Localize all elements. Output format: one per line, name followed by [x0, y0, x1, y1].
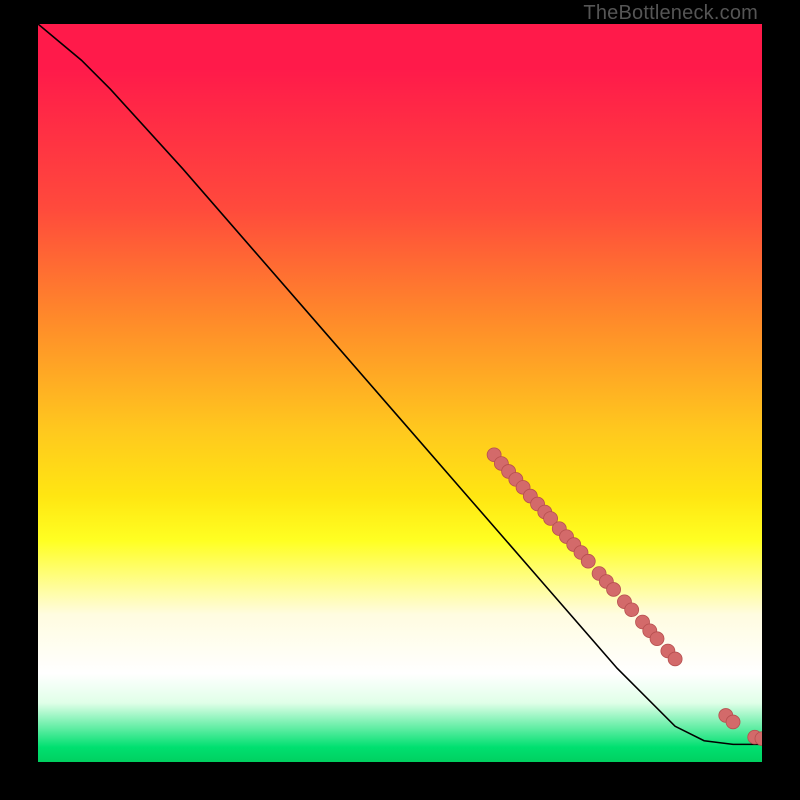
chart-overlay: [38, 24, 762, 748]
data-point: [625, 603, 639, 617]
data-point: [607, 583, 621, 597]
data-point: [650, 632, 664, 646]
data-point: [581, 554, 595, 568]
chart-container: TheBottleneck.com: [0, 0, 800, 800]
data-point: [668, 652, 682, 666]
plot-area: [38, 24, 762, 762]
watermark-text: TheBottleneck.com: [583, 2, 758, 25]
data-point: [726, 715, 740, 729]
